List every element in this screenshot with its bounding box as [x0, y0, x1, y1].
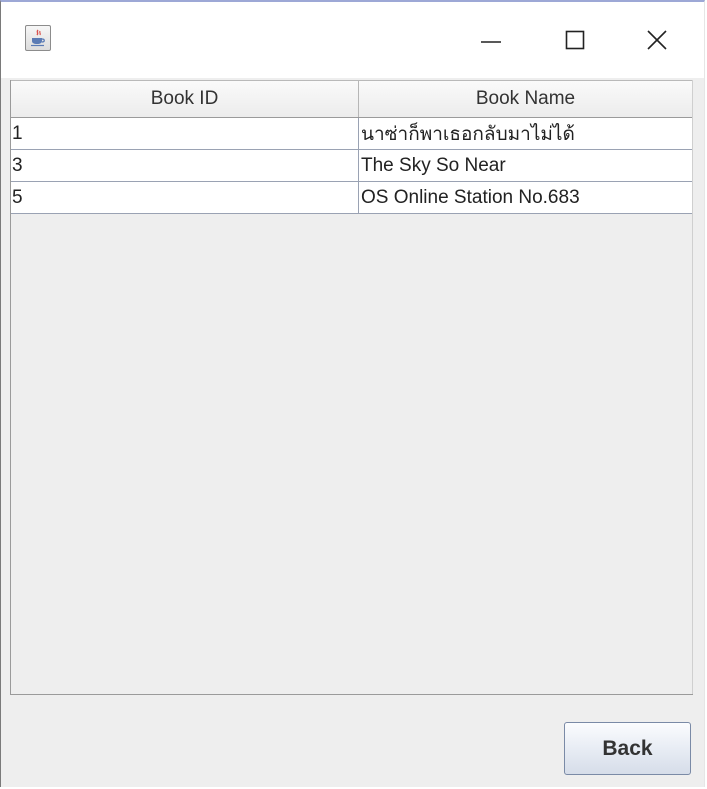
app-window: Book ID Book Name 1 นาซ่าก็พาเธอกลับมาไม… [0, 0, 705, 787]
book-name-cell[interactable]: The Sky So Near [359, 150, 692, 181]
table-row[interactable]: 3 The Sky So Near [11, 150, 692, 182]
table-body: 1 นาซ่าก็พาเธอกลับมาไม่ได้ 3 The Sky So … [11, 118, 692, 214]
minimize-button[interactable] [468, 20, 514, 60]
column-header-book-id[interactable]: Book ID [11, 81, 359, 117]
book-id-cell[interactable]: 3 [11, 150, 359, 181]
table-row[interactable]: 1 นาซ่าก็พาเธอกลับมาไม่ได้ [11, 118, 692, 150]
book-id-cell[interactable]: 1 [11, 118, 359, 149]
close-icon [647, 30, 667, 50]
table-header: Book ID Book Name [11, 80, 692, 118]
book-id-cell[interactable]: 5 [11, 182, 359, 213]
book-name-cell[interactable]: นาซ่าก็พาเธอกลับมาไม่ได้ [359, 118, 692, 149]
column-header-book-name[interactable]: Book Name [359, 81, 692, 117]
books-table[interactable]: Book ID Book Name 1 นาซ่าก็พาเธอกลับมาไม… [10, 80, 693, 694]
divider [10, 694, 693, 695]
back-button[interactable]: Back [564, 722, 691, 775]
java-coffee-icon[interactable] [25, 25, 51, 51]
maximize-icon [565, 30, 585, 50]
close-button[interactable] [634, 20, 680, 60]
book-name-cell[interactable]: OS Online Station No.683 [359, 182, 692, 213]
minimize-icon [481, 41, 501, 43]
maximize-button[interactable] [552, 20, 598, 60]
table-row[interactable]: 5 OS Online Station No.683 [11, 182, 692, 214]
title-bar[interactable] [1, 2, 704, 78]
